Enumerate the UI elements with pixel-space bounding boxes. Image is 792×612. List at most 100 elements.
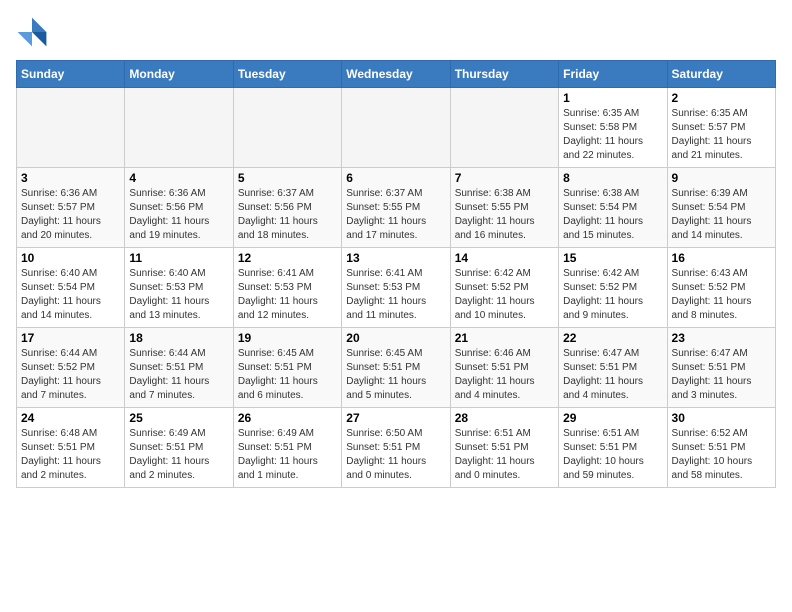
- day-info: Sunrise: 6:37 AM Sunset: 5:55 PM Dayligh…: [346, 187, 445, 243]
- day-number: 28: [455, 411, 554, 425]
- day-number: 29: [563, 411, 662, 425]
- day-number: 25: [129, 411, 228, 425]
- calendar-cell: [125, 88, 233, 168]
- calendar-cell: 19 Sunrise: 6:45 AM Sunset: 5:51 PM Dayli…: [233, 328, 341, 408]
- calendar-cell: 21 Sunrise: 6:46 AM Sunset: 5:51 PM Dayli…: [450, 328, 558, 408]
- day-number: 1: [563, 91, 662, 105]
- day-info: Sunrise: 6:47 AM Sunset: 5:51 PM Dayligh…: [563, 347, 662, 403]
- calendar-cell: 3 Sunrise: 6:36 AM Sunset: 5:57 PM Daylig…: [17, 168, 125, 248]
- calendar-table: SundayMondayTuesdayWednesdayThursdayFrid…: [16, 60, 776, 488]
- logo: [16, 16, 52, 48]
- day-number: 27: [346, 411, 445, 425]
- calendar-header-row: SundayMondayTuesdayWednesdayThursdayFrid…: [17, 61, 776, 88]
- day-number: 13: [346, 251, 445, 265]
- day-number: 11: [129, 251, 228, 265]
- calendar-cell: 7Sunrise: 6:38 AM Sunset: 5:55 PM Daylig…: [450, 168, 558, 248]
- day-info: Sunrise: 6:39 AM Sunset: 5:54 PM Dayligh…: [672, 187, 771, 243]
- calendar-cell: 28 Sunrise: 6:51 AM Sunset: 5:51 PM Dayli…: [450, 408, 558, 488]
- calendar-cell: 15Sunrise: 6:42 AM Sunset: 5:52 PM Dayli…: [559, 248, 667, 328]
- day-info: Sunrise: 6:42 AM Sunset: 5:52 PM Dayligh…: [563, 267, 662, 323]
- day-number: 19: [238, 331, 337, 345]
- day-number: 12: [238, 251, 337, 265]
- day-info: Sunrise: 6:36 AM Sunset: 5:57 PM Dayligh…: [21, 187, 120, 243]
- day-info: Sunrise: 6:36 AM Sunset: 5:56 PM Dayligh…: [129, 187, 228, 243]
- day-number: 20: [346, 331, 445, 345]
- logo-icon: [16, 16, 48, 48]
- day-number: 24: [21, 411, 120, 425]
- day-info: Sunrise: 6:44 AM Sunset: 5:51 PM Dayligh…: [129, 347, 228, 403]
- calendar-cell: [233, 88, 341, 168]
- day-number: 17: [21, 331, 120, 345]
- day-info: Sunrise: 6:35 AM Sunset: 5:58 PM Dayligh…: [563, 107, 662, 163]
- day-info: Sunrise: 6:49 AM Sunset: 5:51 PM Dayligh…: [129, 427, 228, 483]
- day-info: Sunrise: 6:49 AM Sunset: 5:51 PM Dayligh…: [238, 427, 337, 483]
- day-info: Sunrise: 6:52 AM Sunset: 5:51 PM Dayligh…: [672, 427, 771, 483]
- day-info: Sunrise: 6:43 AM Sunset: 5:52 PM Dayligh…: [672, 267, 771, 323]
- day-number: 21: [455, 331, 554, 345]
- calendar-cell: 10Sunrise: 6:40 AM Sunset: 5:54 PM Dayli…: [17, 248, 125, 328]
- day-info: Sunrise: 6:41 AM Sunset: 5:53 PM Dayligh…: [238, 267, 337, 323]
- day-info: Sunrise: 6:37 AM Sunset: 5:56 PM Dayligh…: [238, 187, 337, 243]
- day-info: Sunrise: 6:35 AM Sunset: 5:57 PM Dayligh…: [672, 107, 771, 163]
- calendar-cell: [342, 88, 450, 168]
- calendar-header-wednesday: Wednesday: [342, 61, 450, 88]
- calendar-cell: 5 Sunrise: 6:37 AM Sunset: 5:56 PM Daylig…: [233, 168, 341, 248]
- day-number: 3: [21, 171, 120, 185]
- day-number: 30: [672, 411, 771, 425]
- day-info: Sunrise: 6:42 AM Sunset: 5:52 PM Dayligh…: [455, 267, 554, 323]
- day-info: Sunrise: 6:51 AM Sunset: 5:51 PM Dayligh…: [455, 427, 554, 483]
- calendar-cell: 17 Sunrise: 6:44 AM Sunset: 5:52 PM Dayli…: [17, 328, 125, 408]
- day-info: Sunrise: 6:45 AM Sunset: 5:51 PM Dayligh…: [238, 347, 337, 403]
- calendar-header-tuesday: Tuesday: [233, 61, 341, 88]
- day-number: 2: [672, 91, 771, 105]
- calendar-cell: [17, 88, 125, 168]
- day-number: 6: [346, 171, 445, 185]
- calendar-cell: 30 Sunrise: 6:52 AM Sunset: 5:51 PM Dayli…: [667, 408, 775, 488]
- day-number: 4: [129, 171, 228, 185]
- day-number: 22: [563, 331, 662, 345]
- calendar-cell: [450, 88, 558, 168]
- day-info: Sunrise: 6:48 AM Sunset: 5:51 PM Dayligh…: [21, 427, 120, 483]
- calendar-cell: 18 Sunrise: 6:44 AM Sunset: 5:51 PM Dayli…: [125, 328, 233, 408]
- day-number: 16: [672, 251, 771, 265]
- day-info: Sunrise: 6:41 AM Sunset: 5:53 PM Dayligh…: [346, 267, 445, 323]
- day-number: 14: [455, 251, 554, 265]
- day-number: 8: [563, 171, 662, 185]
- calendar-header-monday: Monday: [125, 61, 233, 88]
- calendar-header-friday: Friday: [559, 61, 667, 88]
- day-info: Sunrise: 6:40 AM Sunset: 5:54 PM Dayligh…: [21, 267, 120, 323]
- calendar-cell: 4 Sunrise: 6:36 AM Sunset: 5:56 PM Daylig…: [125, 168, 233, 248]
- day-info: Sunrise: 6:47 AM Sunset: 5:51 PM Dayligh…: [672, 347, 771, 403]
- calendar-cell: 8 Sunrise: 6:38 AM Sunset: 5:54 PM Daylig…: [559, 168, 667, 248]
- day-info: Sunrise: 6:51 AM Sunset: 5:51 PM Dayligh…: [563, 427, 662, 483]
- calendar-header-sunday: Sunday: [17, 61, 125, 88]
- calendar-cell: 13 Sunrise: 6:41 AM Sunset: 5:53 PM Dayli…: [342, 248, 450, 328]
- day-info: Sunrise: 6:38 AM Sunset: 5:54 PM Dayligh…: [563, 187, 662, 243]
- calendar-week-1: 1 Sunrise: 6:35 AM Sunset: 5:58 PM Daylig…: [17, 88, 776, 168]
- calendar-cell: 12 Sunrise: 6:41 AM Sunset: 5:53 PM Dayli…: [233, 248, 341, 328]
- day-info: Sunrise: 6:40 AM Sunset: 5:53 PM Dayligh…: [129, 267, 228, 323]
- day-number: 18: [129, 331, 228, 345]
- calendar-cell: 1 Sunrise: 6:35 AM Sunset: 5:58 PM Daylig…: [559, 88, 667, 168]
- day-info: Sunrise: 6:38 AM Sunset: 5:55 PM Dayligh…: [455, 187, 554, 243]
- calendar-header-saturday: Saturday: [667, 61, 775, 88]
- day-info: Sunrise: 6:44 AM Sunset: 5:52 PM Dayligh…: [21, 347, 120, 403]
- calendar-cell: 24 Sunrise: 6:48 AM Sunset: 5:51 PM Dayli…: [17, 408, 125, 488]
- calendar-cell: 20 Sunrise: 6:45 AM Sunset: 5:51 PM Dayli…: [342, 328, 450, 408]
- calendar-cell: 29 Sunrise: 6:51 AM Sunset: 5:51 PM Dayli…: [559, 408, 667, 488]
- day-info: Sunrise: 6:45 AM Sunset: 5:51 PM Dayligh…: [346, 347, 445, 403]
- calendar-cell: 16 Sunrise: 6:43 AM Sunset: 5:52 PM Dayli…: [667, 248, 775, 328]
- day-number: 5: [238, 171, 337, 185]
- calendar-cell: 23Sunrise: 6:47 AM Sunset: 5:51 PM Dayli…: [667, 328, 775, 408]
- calendar-cell: 14 Sunrise: 6:42 AM Sunset: 5:52 PM Dayli…: [450, 248, 558, 328]
- day-info: Sunrise: 6:46 AM Sunset: 5:51 PM Dayligh…: [455, 347, 554, 403]
- day-number: 26: [238, 411, 337, 425]
- calendar-week-4: 17 Sunrise: 6:44 AM Sunset: 5:52 PM Dayli…: [17, 328, 776, 408]
- calendar-cell: 9Sunrise: 6:39 AM Sunset: 5:54 PM Daylig…: [667, 168, 775, 248]
- calendar-cell: 22 Sunrise: 6:47 AM Sunset: 5:51 PM Dayli…: [559, 328, 667, 408]
- calendar-week-5: 24 Sunrise: 6:48 AM Sunset: 5:51 PM Dayli…: [17, 408, 776, 488]
- calendar-week-2: 3 Sunrise: 6:36 AM Sunset: 5:57 PM Daylig…: [17, 168, 776, 248]
- page-header: [16, 16, 776, 48]
- day-info: Sunrise: 6:50 AM Sunset: 5:51 PM Dayligh…: [346, 427, 445, 483]
- calendar-cell: 27 Sunrise: 6:50 AM Sunset: 5:51 PM Dayli…: [342, 408, 450, 488]
